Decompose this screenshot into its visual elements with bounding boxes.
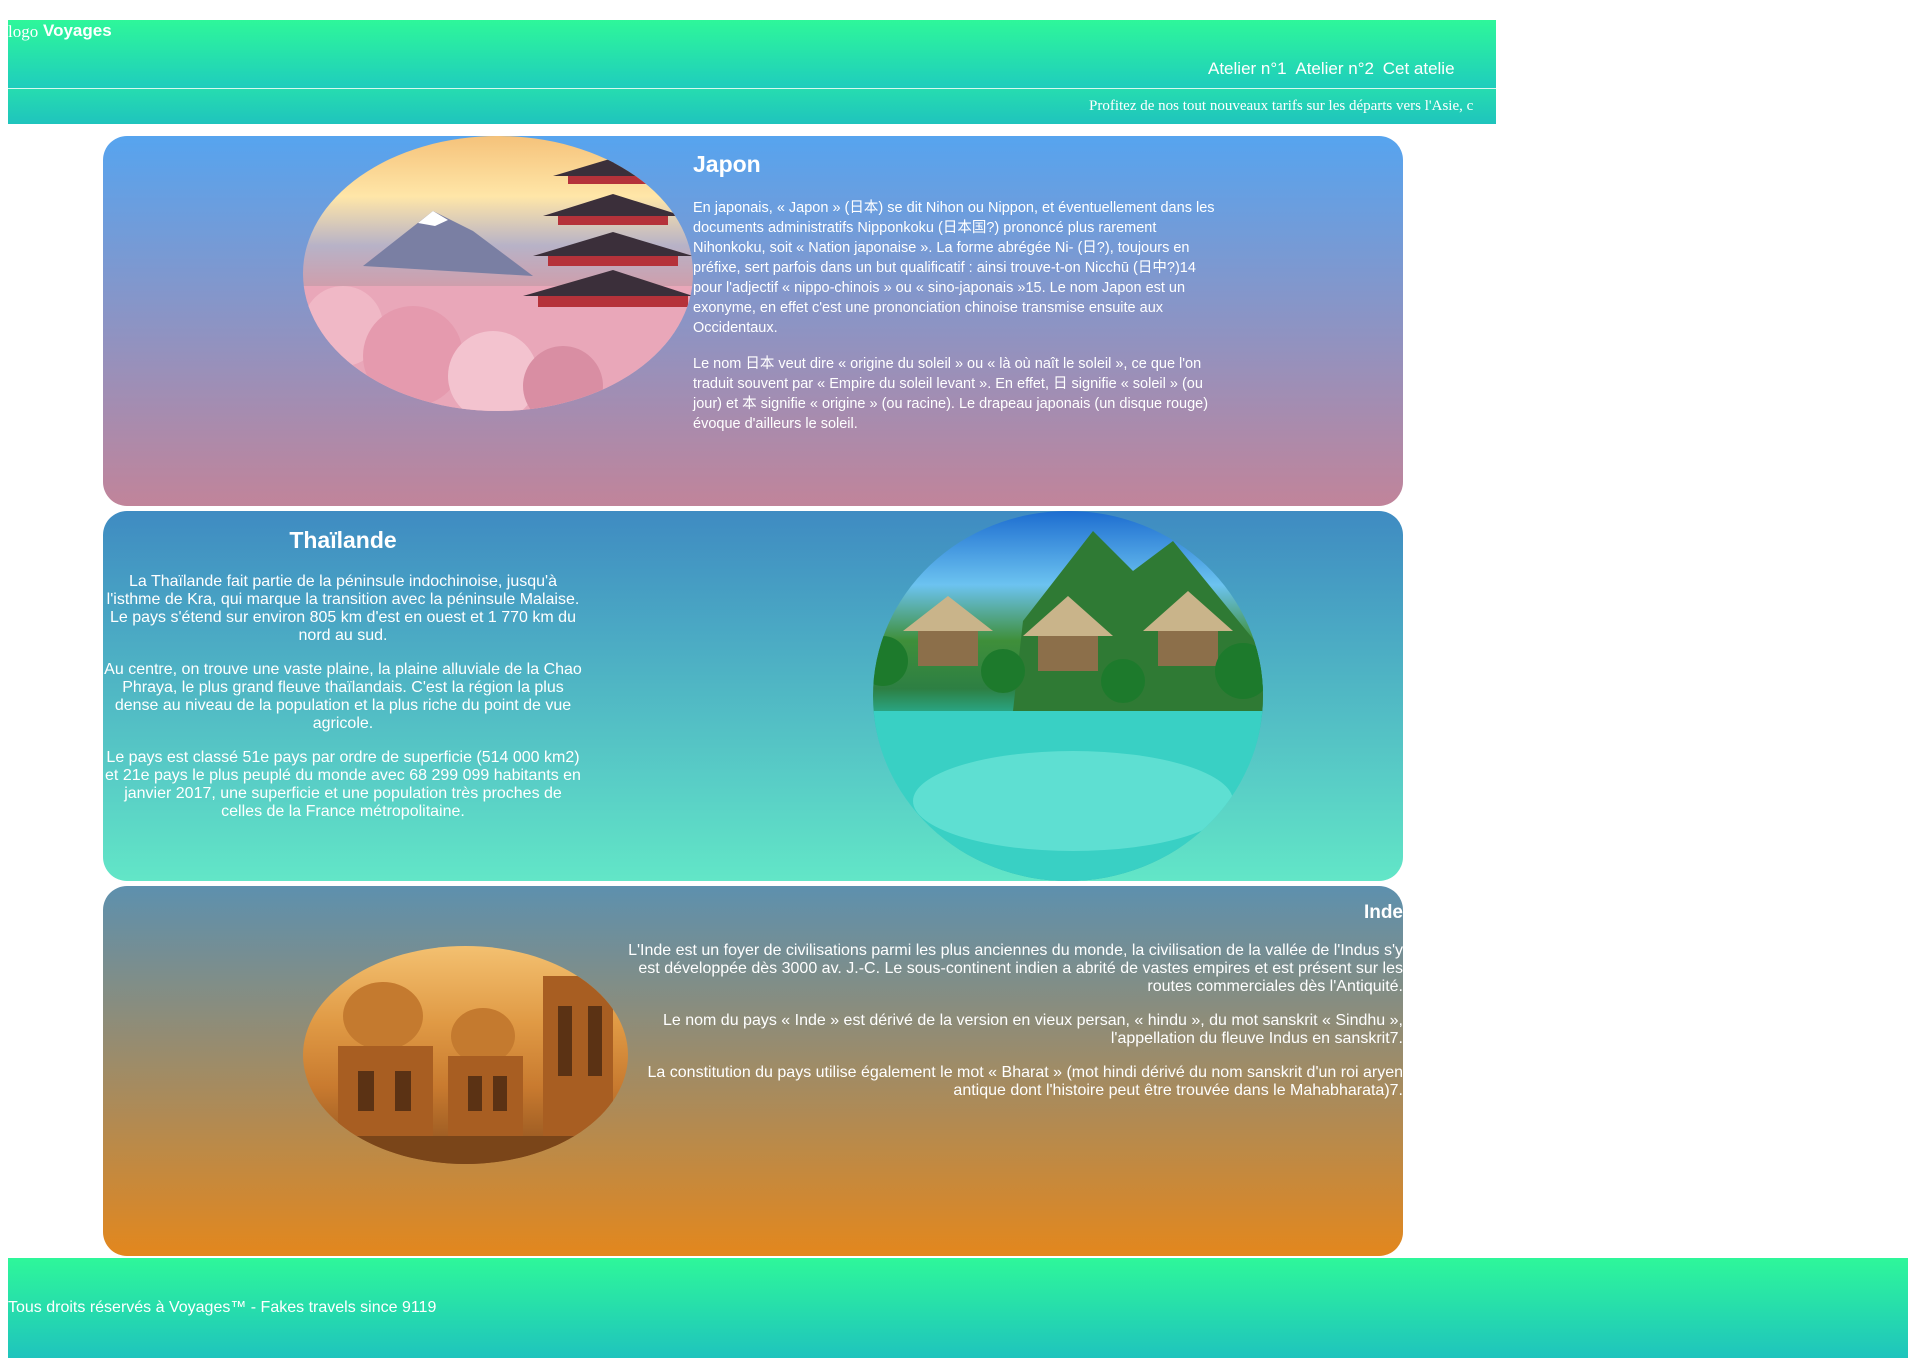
inde-paragraph-2: Le nom du pays « Inde » est dérivé de la… (662, 1012, 1403, 1047)
japon-paragraph-2: Le nom 日本 veut dire « origine du soleil … (693, 356, 1209, 432)
thailande-content: Thaïlande La Thaïlande fait partie de la… (103, 527, 583, 837)
japon-photo (303, 136, 693, 411)
destination-card-inde: Inde L'Inde est un foyer de civilisation… (103, 886, 1403, 1256)
inde-title: Inde (1363, 902, 1403, 923)
thailande-paragraph-1: La Thaïlande fait partie de la péninsule… (106, 573, 580, 644)
inde-paragraph-3: La constitution du pays utilise égalemen… (647, 1064, 1403, 1099)
promo-banner: Profitez de nos tout nouveaux tarifs sur… (8, 89, 1496, 124)
inde-photo (303, 946, 628, 1164)
footer-copyright: Tous droits réservés à Voyages™ - Fakes … (8, 1299, 437, 1316)
thailande-illustration (873, 531, 1263, 881)
nav-link-atelier-1[interactable]: Atelier n°1 (1208, 59, 1287, 78)
inde-illustration (303, 976, 628, 1164)
thailande-title: Thaïlande (289, 527, 397, 553)
site-header: logo Voyages Atelier n°1 Atelier n°2 Cet… (8, 20, 1496, 88)
promo-banner-text: Profitez de nos tout nouveaux tarifs sur… (1089, 98, 1474, 114)
nav-link-atelier-2[interactable]: Atelier n°2 (1295, 59, 1374, 78)
thailande-photo (873, 511, 1263, 881)
destination-card-japon: Japon En japonais, « Japon » (日本) se dit… (103, 136, 1403, 506)
thailande-paragraph-3: Le pays est classé 51e pays par ordre de… (105, 749, 581, 820)
inde-paragraph-1: L'Inde est un foyer de civilisations par… (628, 942, 1403, 995)
destination-card-thailande: Thaïlande La Thaïlande fait partie de la… (103, 511, 1403, 881)
nav-link-atelier-3[interactable]: Cet atelie (1383, 59, 1455, 78)
inde-content: Inde L'Inde est un foyer de civilisation… (603, 902, 1403, 1116)
japon-illustration (303, 146, 693, 411)
japon-paragraph-1: En japonais, « Japon » (日本) se dit Nihon… (693, 200, 1215, 336)
thailande-paragraph-2: Au centre, on trouve une vaste plaine, l… (104, 661, 582, 732)
japon-content: Japon En japonais, « Japon » (日本) se dit… (693, 151, 1223, 450)
site-footer: Tous droits réservés à Voyages™ - Fakes … (8, 1258, 1908, 1358)
main-nav: Atelier n°1 Atelier n°2 Cet atelie (1208, 59, 1496, 83)
logo-image[interactable]: logo (8, 22, 38, 42)
brand-name[interactable]: Voyages (43, 21, 112, 41)
japon-title: Japon (693, 151, 761, 177)
